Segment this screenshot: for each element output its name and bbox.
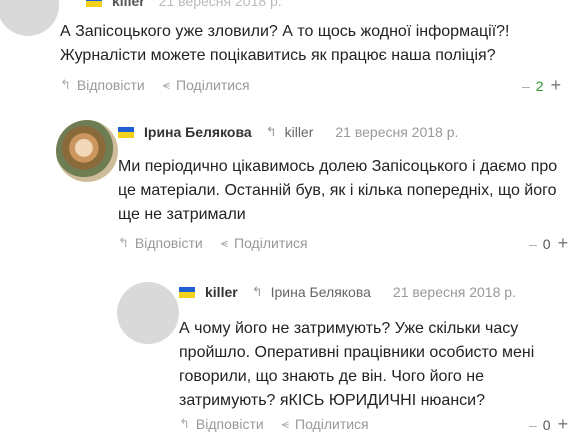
reply-button[interactable]: ↰ Відповісти [60,77,145,93]
comment-meta: killer ↰ Ірина Белякова 21 вересня 2018 … [179,284,516,300]
comment-date[interactable]: 21 вересня 2018 р. [335,124,458,140]
share-button[interactable]: ⪪ Поділитися [163,77,250,93]
share-icon: ⪪ [281,416,290,431]
share-icon: ⪪ [162,77,171,92]
vote-count: 0 [542,416,551,433]
share-label: Поділитися [295,416,369,432]
vote-control: – 0 + [529,414,568,435]
author-name[interactable]: killer [112,0,145,9]
comment-meta: Ірина Белякова ↰ killer 21 вересня 2018 … [118,124,458,140]
reply-button[interactable]: ↰ Відповісти [118,235,203,251]
comment-actions: ↰ Відповісти ⪪ Поділитися [179,416,387,432]
share-label: Поділитися [176,77,250,93]
reply-to-arrow-icon: ↰ [265,124,277,139]
comment-text: А Запісоцького уже зловили? А то щось жо… [60,23,510,64]
vote-separator: – [529,416,537,433]
comment-text: А чому його не затримують? Уже скільки ч… [179,320,535,409]
vote-separator: – [522,77,530,94]
avatar[interactable] [56,120,118,182]
comment-meta: killer 21 вересня 2018 р. [86,0,282,9]
share-button[interactable]: ⪪ Поділитися [221,235,308,251]
vote-separator: – [529,235,537,252]
upvote-button[interactable]: + [558,233,569,254]
share-label: Поділитися [234,235,308,251]
reply-label: Відповісти [76,77,145,93]
reply-arrow-icon: ↰ [179,416,190,431]
share-button[interactable]: ⪪ Поділитися [282,416,369,432]
author-name[interactable]: Ірина Белякова [144,124,252,140]
reply-to-name[interactable]: Ірина Белякова [271,284,371,300]
upvote-button[interactable]: + [551,75,562,96]
vote-control: – 0 + [529,233,568,254]
vote-count: 2 [535,77,544,94]
ukraine-flag-icon [179,286,195,298]
reply-to-name[interactable]: killer [285,124,314,140]
reply-label: Відповісти [195,416,264,432]
avatar[interactable] [117,282,179,344]
reply-label: Відповісти [134,235,203,251]
comment-actions: ↰ Відповісти ⪪ Поділитися [118,235,326,251]
vote-control: – 2 + [522,75,561,96]
comment-date[interactable]: 21 вересня 2018 р. [159,0,282,9]
comment-date[interactable]: 21 вересня 2018 р. [393,284,516,300]
avatar[interactable] [0,0,59,36]
upvote-button[interactable]: + [558,414,569,435]
ukraine-flag-icon [118,126,134,138]
author-name[interactable]: killer [205,284,238,300]
share-icon: ⪪ [220,235,229,250]
reply-to-arrow-icon: ↰ [251,284,263,299]
vote-count: 0 [542,235,551,252]
ukraine-flag-icon [86,0,102,7]
comment-actions: ↰ Відповісти ⪪ Поділитися [60,77,268,93]
reply-arrow-icon: ↰ [118,235,129,250]
comment-text: Ми періодично цікавимось долею Запісоцьк… [118,158,558,223]
reply-arrow-icon: ↰ [60,77,71,92]
reply-button[interactable]: ↰ Відповісти [179,416,264,432]
